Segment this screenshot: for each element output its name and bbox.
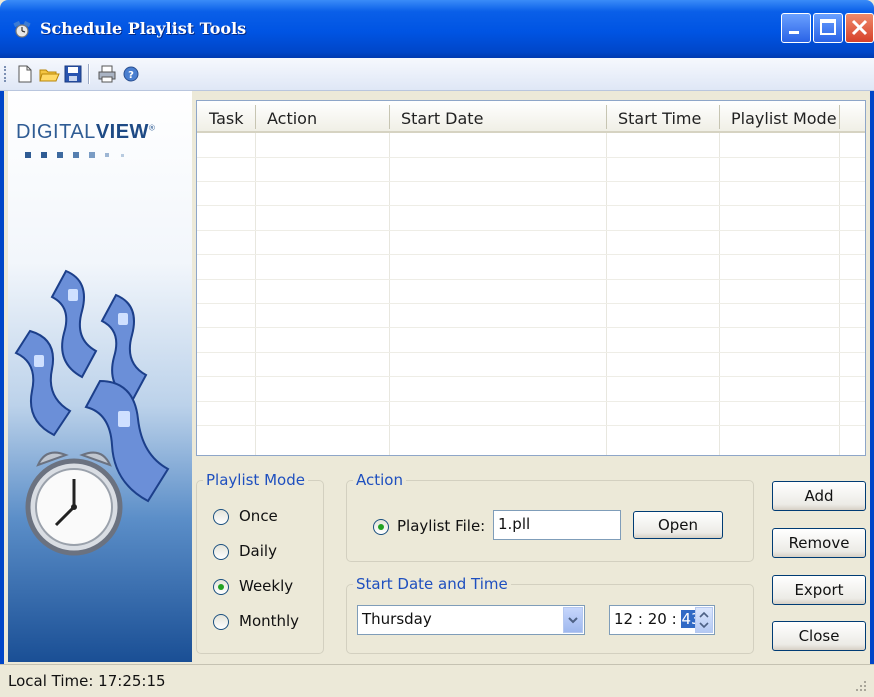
- day-select-value: Thursday: [362, 610, 432, 628]
- radio-once[interactable]: [213, 509, 229, 525]
- minimize-icon: [789, 31, 799, 34]
- radio-once-label[interactable]: Once: [239, 507, 278, 525]
- maximize-button[interactable]: [813, 13, 843, 43]
- title-bar: Schedule Playlist Tools: [0, 0, 874, 58]
- grid-line: [197, 376, 865, 377]
- grid-line: [197, 401, 865, 402]
- day-select[interactable]: Thursday: [357, 605, 585, 635]
- logo-text-digital: DIGITAL: [16, 121, 96, 143]
- playlist-mode-group: Playlist Mode Once Daily Weekly Monthly: [196, 471, 324, 654]
- column-divider[interactable]: [255, 105, 256, 129]
- playlist-file-label[interactable]: Playlist File:: [397, 517, 485, 535]
- grid-line: [197, 181, 865, 182]
- time-hours[interactable]: 12: [614, 610, 633, 628]
- add-button[interactable]: Add: [772, 481, 866, 511]
- open-button[interactable]: Open: [633, 511, 723, 539]
- help-icon[interactable]: ?: [120, 63, 142, 85]
- grid-line: [197, 230, 865, 231]
- time-separator: :: [671, 610, 677, 628]
- radio-daily-label[interactable]: Daily: [239, 542, 277, 560]
- branding-panel: DIGITALVIEW®: [8, 91, 192, 662]
- column-divider[interactable]: [839, 105, 840, 129]
- playlist-file-input[interactable]: 1.pll: [493, 510, 621, 540]
- save-icon[interactable]: [62, 63, 84, 85]
- logo-text-view: VIEW: [95, 121, 149, 143]
- window-title: Schedule Playlist Tools: [40, 19, 247, 38]
- grid-line: [197, 205, 865, 206]
- spin-arrows-icon: [699, 611, 709, 629]
- time-separator: :: [637, 610, 643, 628]
- radio-weekly[interactable]: [213, 579, 229, 595]
- grid-line: [197, 352, 865, 353]
- app-icon: [13, 20, 31, 38]
- local-time-status: Local Time: 17:25:15: [8, 672, 166, 690]
- grid-line: [197, 157, 865, 158]
- toolbar-separator: [88, 64, 90, 84]
- column-header-task[interactable]: Task: [209, 109, 244, 128]
- new-icon[interactable]: [14, 63, 36, 85]
- column-header-playlist-mode[interactable]: Playlist Mode: [731, 109, 837, 128]
- export-button[interactable]: Export: [772, 575, 866, 605]
- table-header: Task Action Start Date Start Time Playli…: [197, 101, 865, 133]
- playlist-mode-legend: Playlist Mode: [203, 471, 308, 489]
- alarm-clock-icon: [25, 451, 123, 556]
- radio-weekly-label[interactable]: Weekly: [239, 577, 293, 595]
- grid-line: [197, 425, 865, 426]
- open-folder-icon[interactable]: [38, 63, 60, 85]
- close-icon: [851, 19, 868, 36]
- action-group: Action Playlist File: 1.pll Open: [346, 471, 754, 562]
- grid-line: [197, 303, 865, 304]
- time-minutes[interactable]: 20: [648, 610, 667, 628]
- start-date-time-group: Start Date and Time Thursday 12 : 20 : 4…: [346, 575, 754, 654]
- radio-monthly-label[interactable]: Monthly: [239, 612, 299, 630]
- chevron-down-icon: [568, 617, 578, 624]
- action-legend: Action: [353, 471, 406, 489]
- grid-line: [197, 279, 865, 280]
- logo-dots: [25, 152, 124, 158]
- radio-playlist-file[interactable]: [373, 519, 389, 535]
- maximize-icon: [820, 19, 836, 35]
- logo-registered-mark: ®: [148, 123, 156, 133]
- remove-button[interactable]: Remove: [772, 528, 866, 558]
- column-header-start-date[interactable]: Start Date: [401, 109, 483, 128]
- grid-line: [197, 254, 865, 255]
- column-divider[interactable]: [389, 105, 390, 129]
- dropdown-button[interactable]: [563, 607, 583, 633]
- close-window-button[interactable]: [845, 13, 874, 43]
- time-spinner[interactable]: [695, 607, 713, 633]
- digitalview-logo: DIGITALVIEW®: [16, 121, 155, 144]
- toolbar: ?: [0, 58, 874, 91]
- window-frame-right: [870, 58, 874, 696]
- close-button[interactable]: Close: [772, 621, 866, 651]
- column-header-action[interactable]: Action: [267, 109, 317, 128]
- resize-grip-icon[interactable]: [854, 679, 868, 693]
- svg-text:?: ?: [128, 70, 134, 81]
- minimize-button[interactable]: [781, 13, 811, 43]
- film-reel-illustration: [14, 269, 170, 556]
- print-icon[interactable]: [96, 63, 118, 85]
- radio-daily[interactable]: [213, 544, 229, 560]
- time-picker[interactable]: 12 : 20 : 43: [609, 605, 715, 635]
- column-header-start-time[interactable]: Start Time: [618, 109, 701, 128]
- schedule-table[interactable]: Task Action Start Date Start Time Playli…: [196, 100, 866, 456]
- start-date-time-legend: Start Date and Time: [353, 575, 511, 593]
- window-frame-left: [0, 58, 4, 696]
- column-divider[interactable]: [606, 105, 607, 129]
- status-bar: Local Time: 17:25:15: [0, 664, 874, 697]
- grid-line: [197, 327, 865, 328]
- radio-monthly[interactable]: [213, 614, 229, 630]
- toolbar-grip[interactable]: [4, 66, 8, 82]
- column-divider[interactable]: [719, 105, 720, 129]
